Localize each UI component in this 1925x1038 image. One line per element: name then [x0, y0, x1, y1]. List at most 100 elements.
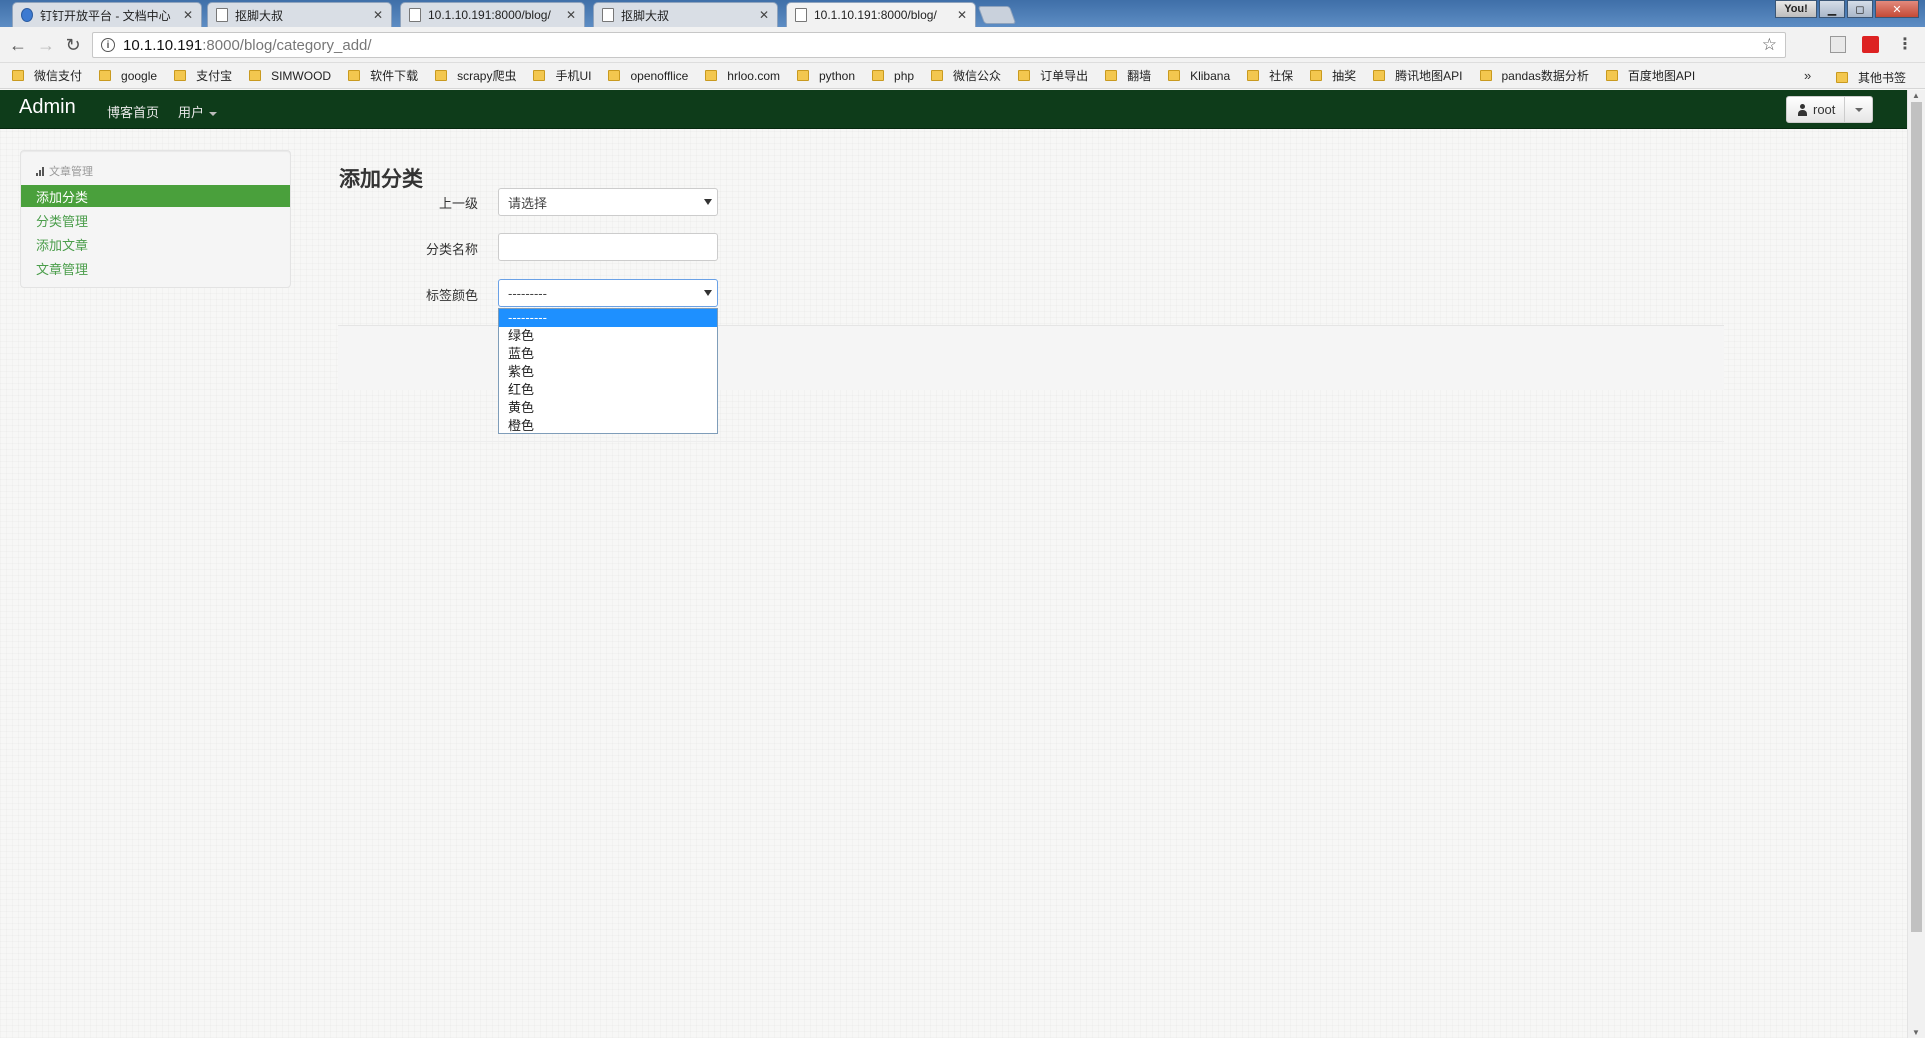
color-option[interactable]: 黄色 — [499, 399, 717, 417]
color-option[interactable]: 橙色 — [499, 417, 717, 435]
new-tab-button[interactable] — [977, 6, 1017, 24]
close-icon[interactable]: ✕ — [373, 8, 383, 22]
nav-blog-home[interactable]: 博客首页 — [107, 102, 159, 121]
bookmark-item[interactable]: SIMWOOD — [249, 69, 331, 83]
color-option[interactable]: 紫色 — [499, 363, 717, 381]
folder-icon — [1168, 70, 1181, 81]
parent-select[interactable]: 请选择 — [498, 188, 718, 216]
scrollbar-thumb[interactable] — [1911, 102, 1922, 932]
page-icon — [216, 8, 228, 22]
bookmark-item[interactable]: 支付宝 — [174, 67, 232, 84]
page-icon — [602, 8, 614, 22]
bookmark-label: pandas数据分析 — [1501, 69, 1589, 83]
bookmark-item[interactable]: hrloo.com — [705, 69, 780, 83]
window-user-badge[interactable]: You! — [1775, 0, 1817, 18]
bookmark-star-icon[interactable]: ☆ — [1762, 35, 1777, 55]
folder-icon — [435, 70, 448, 81]
folder-icon — [872, 70, 885, 81]
folder-icon — [1836, 72, 1848, 83]
window-close-icon[interactable]: ✕ — [1875, 0, 1919, 18]
minimize-icon[interactable]: ▁ — [1819, 0, 1845, 18]
other-bookmarks-label: 其他书签 — [1858, 71, 1907, 85]
folder-icon — [174, 70, 187, 81]
color-option[interactable]: 蓝色 — [499, 345, 717, 363]
tab-title: 钉钉开放平台 - 文档中心 — [40, 8, 171, 23]
bookmark-item[interactable]: Klibana — [1168, 69, 1230, 83]
bookmark-item[interactable]: scrapy爬虫 — [435, 67, 516, 84]
parent-select-value: 请选择 — [508, 195, 548, 211]
bookmarks-bar: 微信支付 google 支付宝 SIMWOOD 软件下载 scrapy爬虫 手机UI open… — [0, 63, 1925, 89]
bookmark-item[interactable]: google — [99, 69, 157, 83]
bookmark-label: 腾讯地图API — [1395, 69, 1463, 83]
category-name-input[interactable] — [498, 233, 718, 261]
dingtalk-icon — [21, 8, 33, 22]
brand-logo[interactable]: Admin — [19, 96, 76, 119]
color-option[interactable]: --------- — [499, 309, 717, 327]
maximize-icon[interactable]: ◻ — [1847, 0, 1873, 18]
user-dropdown-toggle[interactable] — [1845, 96, 1873, 123]
close-icon[interactable]: ✕ — [957, 8, 967, 22]
bookmark-item[interactable]: 微信支付 — [12, 67, 82, 84]
browser-tab-active[interactable]: 10.1.10.191:8000/blog/ ✕ — [786, 2, 976, 27]
bookmark-label: 支付宝 — [196, 69, 233, 83]
bookmark-label: 手机UI — [555, 69, 592, 83]
close-icon[interactable]: ✕ — [759, 8, 769, 22]
scrollbar[interactable]: ▲ ▼ — [1907, 90, 1925, 1038]
bookmark-item[interactable]: 社保 — [1247, 67, 1293, 84]
browser-tab[interactable]: 抠脚大叔 ✕ — [207, 2, 392, 27]
bookmark-label: php — [894, 68, 915, 83]
close-icon[interactable]: ✕ — [566, 8, 576, 22]
browser-tab[interactable]: 钉钉开放平台 - 文档中心 ✕ — [12, 2, 202, 27]
address-bar[interactable]: i 10.1.10.191:8000/blog/category_add/ ☆ — [92, 32, 1786, 58]
other-bookmarks[interactable]: 其他书签 — [1836, 69, 1906, 86]
bookmark-item[interactable]: 微信公众 — [931, 67, 1001, 84]
dropdown-arrow-icon — [704, 199, 712, 205]
sidebar-item-add-article[interactable]: 添加文章 — [21, 233, 290, 255]
scroll-up-icon[interactable]: ▲ — [1912, 91, 1920, 100]
parent-label: 上一级 — [438, 196, 478, 211]
sidebar-item-add-category[interactable]: 添加分类 — [21, 185, 290, 207]
bookmark-label: 抽奖 — [1332, 69, 1357, 83]
folder-icon — [249, 70, 262, 81]
bookmark-item[interactable]: php — [872, 69, 914, 83]
color-option[interactable]: 绿色 — [499, 327, 717, 345]
tab-title: 抠脚大叔 — [235, 8, 284, 23]
extension-icon[interactable] — [1830, 36, 1846, 53]
bookmark-item[interactable]: 抽奖 — [1310, 67, 1356, 84]
address-row: ← → ↻ i 10.1.10.191:8000/blog/category_a… — [0, 27, 1925, 63]
bookmark-label: 翻墙 — [1127, 69, 1152, 83]
folder-icon — [1018, 70, 1031, 81]
bookmark-item[interactable]: 订单导出 — [1018, 67, 1088, 84]
bookmark-label: SIMWOOD — [271, 68, 332, 83]
info-icon[interactable]: i — [101, 38, 115, 52]
bookmark-label: 软件下载 — [370, 69, 419, 83]
back-icon[interactable]: ← — [8, 35, 28, 55]
close-icon[interactable]: ✕ — [183, 8, 193, 22]
bookmark-item[interactable]: pandas数据分析 — [1479, 67, 1589, 84]
bookmark-item[interactable]: python — [796, 69, 855, 83]
color-select[interactable]: --------- — [498, 279, 718, 307]
extension-red-icon[interactable] — [1862, 36, 1879, 53]
bookmark-item[interactable]: openofflice — [608, 69, 688, 83]
bookmark-item[interactable]: 软件下载 — [348, 67, 418, 84]
sidebar-item-article-manage[interactable]: 文章管理 — [21, 257, 290, 279]
sidebar-item-category-manage[interactable]: 分类管理 — [21, 209, 290, 231]
bookmark-item[interactable]: 手机UI — [533, 67, 591, 84]
browser-tab[interactable]: 10.1.10.191:8000/blog/ ✕ — [400, 2, 585, 27]
color-option[interactable]: 红色 — [499, 381, 717, 399]
forward-icon[interactable]: → — [36, 35, 56, 55]
bookmark-label: google — [121, 68, 158, 83]
bookmarks-overflow[interactable]: » — [1804, 68, 1811, 83]
bookmark-item[interactable]: 百度地图API — [1605, 67, 1695, 84]
bookmark-item[interactable]: 翻墙 — [1105, 67, 1151, 84]
reload-icon[interactable]: ↻ — [63, 35, 83, 55]
nav-users-dropdown[interactable]: 用户 — [178, 102, 218, 121]
browser-menu-icon[interactable]: ⋮ — [1897, 34, 1913, 54]
browser-tab[interactable]: 抠脚大叔 ✕ — [593, 2, 778, 27]
folder-icon — [533, 70, 546, 81]
user-button[interactable]: root — [1786, 96, 1845, 123]
scroll-down-icon[interactable]: ▼ — [1912, 1028, 1920, 1037]
bookmark-item[interactable]: 腾讯地图API — [1373, 67, 1463, 84]
folder-icon — [796, 70, 809, 81]
bookmark-label: 订单导出 — [1040, 69, 1089, 83]
